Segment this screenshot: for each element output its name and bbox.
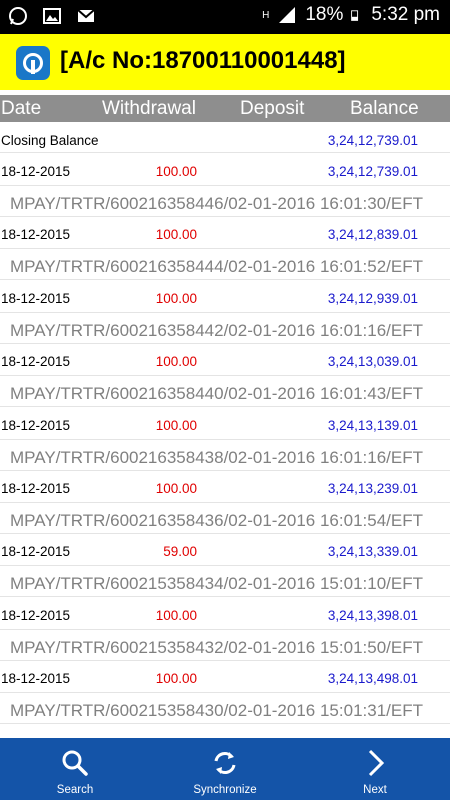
gmail-icon bbox=[77, 9, 95, 22]
search-button[interactable]: Search bbox=[25, 738, 125, 800]
transaction-narration: MPAY/TRTR/600215358432/02-01-2016 15:01:… bbox=[10, 637, 423, 657]
transaction-withdrawal: 100.00 bbox=[155, 607, 197, 623]
search-icon bbox=[62, 750, 88, 776]
transaction-list[interactable]: Closing Balance 3,24,12,739.01 18-12-201… bbox=[0, 122, 450, 738]
transaction-withdrawal: 100.00 bbox=[155, 671, 197, 687]
transaction-narration: MPAY/TRTR/600216358440/02-01-2016 16:01:… bbox=[10, 384, 423, 404]
transaction-date: 18-12-2015 bbox=[1, 354, 71, 370]
transaction-date: 18-12-2015 bbox=[1, 481, 71, 496]
transaction-date: 18-12-2015 bbox=[1, 671, 71, 687]
transaction-balance: 3,24,13,039.01 bbox=[327, 354, 418, 370]
column-header-date: Date bbox=[1, 98, 42, 119]
transaction-balance: 3,24,13,498.01 bbox=[327, 671, 418, 687]
column-header-balance: Balance bbox=[350, 98, 419, 119]
transaction-date: 18-12-2015 bbox=[1, 417, 71, 433]
synchronize-label: Synchronize bbox=[193, 784, 257, 796]
gallery-icon bbox=[43, 8, 61, 24]
transaction-narration: MPAY/TRTR/600215358430/02-01-2016 15:01:… bbox=[10, 701, 423, 721]
transaction-balance: 3,24,12,739.01 bbox=[327, 164, 418, 179]
transaction-date: 18-12-2015 bbox=[1, 227, 71, 243]
chevron-right-icon bbox=[368, 749, 385, 777]
transaction-withdrawal: 100.00 bbox=[155, 481, 197, 496]
transaction-withdrawal: 100.00 bbox=[155, 417, 197, 433]
bottom-navigation: Search Synchronize Next bbox=[0, 738, 450, 800]
transaction-narration: MPAY/TRTR/600216358444/02-01-2016 16:01:… bbox=[10, 257, 423, 277]
transaction-withdrawal: 100.00 bbox=[155, 164, 197, 179]
transaction-balance: 3,24,13,239.01 bbox=[327, 481, 418, 496]
transaction-narration: MPAY/TRTR/600216358442/02-01-2016 16:01:… bbox=[10, 320, 423, 340]
transaction-withdrawal: 59.00 bbox=[163, 544, 197, 560]
search-label: Search bbox=[56, 784, 94, 796]
whatsapp-icon bbox=[9, 7, 27, 25]
sync-icon bbox=[214, 752, 236, 774]
transaction-narration: MPAY/TRTR/600216358446/02-01-2016 16:01:… bbox=[10, 194, 423, 213]
column-header-withdrawal: Withdrawal bbox=[102, 98, 196, 119]
status-bar: H 18% 5:32 pm bbox=[0, 0, 450, 34]
bank-logo-icon bbox=[16, 46, 50, 80]
transaction-date: 18-12-2015 bbox=[1, 164, 71, 179]
account-number-title: [A/c No:18700110001448] bbox=[60, 47, 346, 74]
transaction-balance: 3,24,12,839.01 bbox=[327, 227, 418, 243]
transaction-balance: 3,24,13,398.01 bbox=[327, 607, 418, 623]
transaction-date: 18-12-2015 bbox=[1, 544, 71, 560]
transaction-narration: MPAY/TRTR/600216358438/02-01-2016 16:01:… bbox=[10, 447, 423, 467]
column-header: Date Withdrawal Deposit Balance bbox=[0, 95, 450, 122]
signal-icon bbox=[279, 7, 296, 23]
transaction-balance: 3,24,13,339.01 bbox=[327, 544, 418, 560]
battery-icon bbox=[351, 10, 359, 21]
network-type-label: H bbox=[262, 9, 270, 21]
transaction-narration: MPAY/TRTR/600216358436/02-01-2016 16:01:… bbox=[10, 511, 423, 530]
closing-balance-value: 3,24,12,739.01 bbox=[327, 133, 418, 148]
transaction-withdrawal: 100.00 bbox=[155, 290, 197, 306]
next-label: Next bbox=[363, 784, 387, 796]
transaction-withdrawal: 100.00 bbox=[155, 227, 197, 243]
transaction-narration: MPAY/TRTR/600215358434/02-01-2016 15:01:… bbox=[10, 574, 423, 594]
transaction-balance: 3,24,13,139.01 bbox=[327, 417, 418, 433]
transaction-withdrawal: 100.00 bbox=[155, 354, 197, 370]
transaction-date: 18-12-2015 bbox=[1, 607, 71, 623]
column-header-deposit: Deposit bbox=[240, 98, 305, 119]
transaction-date: 18-12-2015 bbox=[1, 290, 71, 306]
clock-time: 5:32 pm bbox=[371, 4, 440, 25]
next-button[interactable]: Next bbox=[325, 738, 425, 800]
closing-balance-label: Closing Balance bbox=[1, 133, 99, 148]
transaction-balance: 3,24,12,939.01 bbox=[327, 290, 418, 306]
app-bar: [A/c No:18700110001448] bbox=[0, 34, 450, 90]
synchronize-button[interactable]: Synchronize bbox=[175, 738, 275, 800]
battery-percent: 18% bbox=[305, 4, 344, 25]
